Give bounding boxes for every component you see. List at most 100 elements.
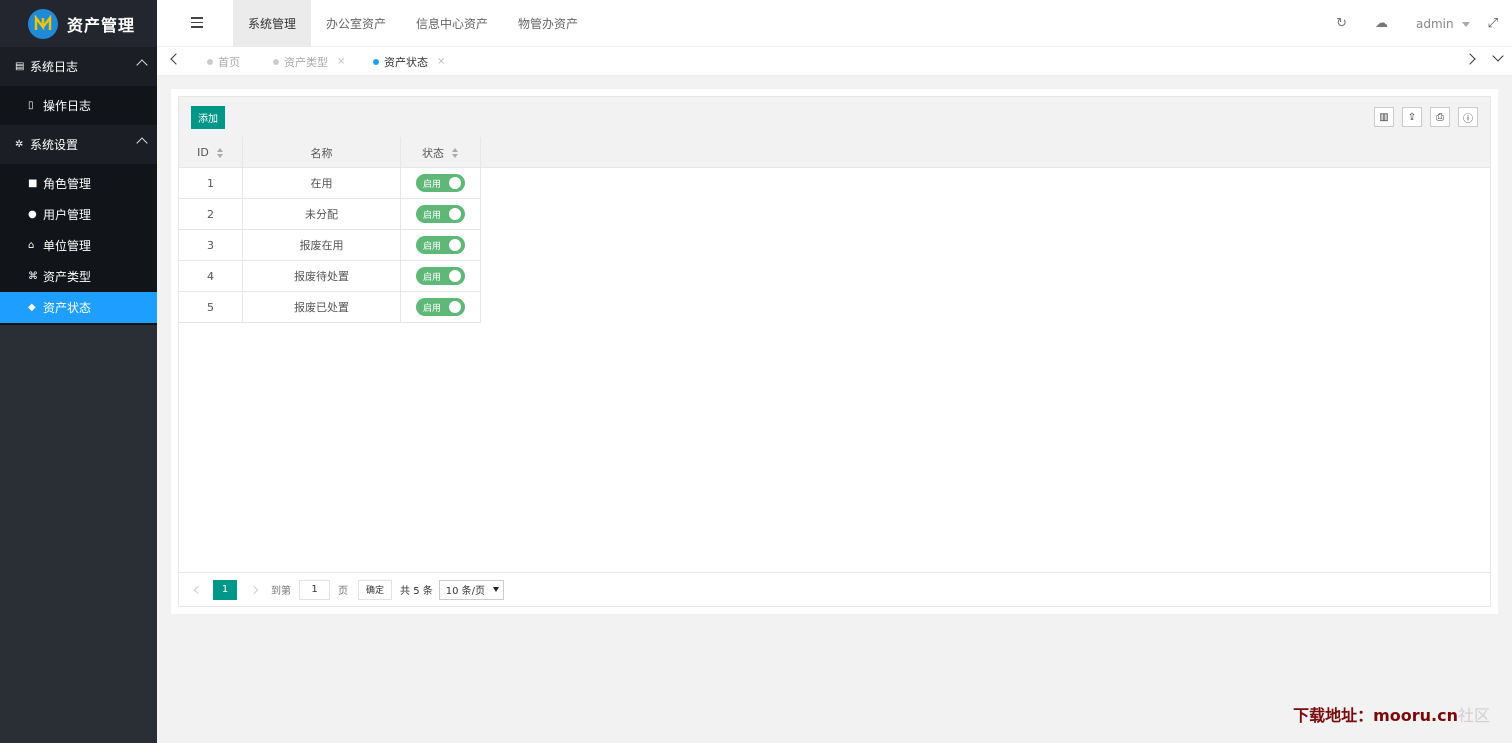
page-tab-asset-status[interactable]: 资产状态 × — [373, 47, 445, 76]
column-header-name: 名称 — [243, 137, 401, 168]
page-tab-label: 资产状态 — [384, 55, 428, 69]
info-icon[interactable]: ⓘ — [1458, 107, 1478, 127]
sidebar-item-label: 角色管理 — [43, 177, 92, 191]
tab-info-center-assets[interactable]: 信息中心资产 — [401, 0, 503, 47]
refresh-icon[interactable]: ↻ — [1336, 16, 1347, 31]
sitemap-icon: ⌘ — [28, 271, 38, 282]
switch-label: 启用 — [423, 241, 442, 252]
data-table: ID 名称 状态 1 在用 启用 2 未分配 启用 3 报废在用 启用 4 报废… — [178, 137, 1491, 573]
bank-icon: ⌂ — [28, 240, 35, 251]
table-row: 1 在用 启用 — [179, 168, 481, 199]
sidebar-item-label: 操作日志 — [43, 99, 92, 113]
switch-knob — [449, 270, 461, 282]
cell-id: 5 — [179, 292, 243, 322]
switch-knob — [449, 177, 461, 189]
cell-name: 未分配 — [243, 199, 401, 229]
cell-id: 4 — [179, 261, 243, 291]
prev-page-icon[interactable] — [193, 585, 203, 594]
table-row: 2 未分配 启用 — [179, 199, 481, 230]
status-switch[interactable]: 启用 — [416, 298, 465, 316]
sidebar: 资产管理 ▤ 系统日志 ▯ 操作日志 ✲ 系统设置 ■ 角色管理 ● 用户管理 … — [0, 0, 157, 743]
sidebar-group-system-log[interactable]: ▤ 系统日志 — [0, 47, 157, 86]
page-current[interactable]: 1 — [213, 579, 237, 600]
tab-system-management[interactable]: 系统管理 — [233, 0, 312, 47]
column-label: 状态 — [422, 146, 444, 160]
close-icon[interactable]: × — [337, 56, 345, 67]
cell-status: 启用 — [401, 292, 481, 322]
tab-property-office-assets[interactable]: 物管办资产 — [503, 0, 593, 47]
status-switch[interactable]: 启用 — [416, 174, 465, 192]
sidebar-group-system-settings[interactable]: ✲ 系统设置 — [0, 125, 157, 164]
table-row: 5 报废已处置 启用 — [179, 292, 481, 323]
goto-label: 到第 — [271, 586, 291, 597]
menu-toggle-icon[interactable] — [191, 17, 203, 29]
watermark-faint-text: 社区 — [1457, 706, 1490, 725]
confirm-button[interactable]: 确定 — [358, 579, 393, 600]
cube-icon: ◆ — [28, 302, 36, 313]
print-icon[interactable]: ⎙ — [1430, 107, 1450, 127]
tab-dot-icon — [273, 58, 279, 65]
sidebar-item-label: 单位管理 — [43, 239, 92, 253]
fullscreen-icon[interactable]: ⤢ — [1488, 16, 1498, 31]
sidebar-item-label: 资产类型 — [43, 270, 92, 284]
cell-status: 启用 — [401, 168, 481, 198]
chevron-up-icon — [136, 59, 148, 71]
sidebar-item-role-management[interactable]: ■ 角色管理 — [0, 168, 157, 199]
tab-dot-icon — [207, 58, 213, 65]
total-count: 共 5 条 — [400, 586, 433, 597]
close-icon[interactable]: × — [437, 56, 445, 67]
tabs-menu-chevron-down-icon[interactable] — [1492, 50, 1504, 62]
export-icon[interactable]: ⇪ — [1402, 107, 1422, 127]
next-page-icon[interactable] — [249, 585, 259, 594]
sidebar-item-label: 用户管理 — [43, 208, 92, 222]
sort-icon[interactable] — [452, 147, 459, 158]
column-header-id[interactable]: ID — [179, 137, 243, 168]
status-switch[interactable]: 启用 — [416, 267, 465, 285]
page-tab-label: 首页 — [218, 55, 240, 69]
sidebar-item-operation-log[interactable]: ▯ 操作日志 — [0, 86, 157, 125]
add-button[interactable]: 添加 — [191, 106, 225, 129]
switch-label: 启用 — [423, 303, 442, 314]
sidebar-item-label: 资产状态 — [43, 301, 92, 315]
file-text-icon: ▯ — [28, 100, 34, 111]
file-icon: ▤ — [15, 61, 25, 72]
tab-office-assets[interactable]: 办公室资产 — [311, 0, 401, 47]
columns-filter-icon[interactable]: ▥ — [1374, 107, 1394, 127]
page-tab-asset-type[interactable]: 资产类型 × — [273, 47, 345, 76]
cell-name: 在用 — [243, 168, 401, 198]
page-size-select[interactable]: 10 条/页 — [438, 579, 505, 600]
user-menu[interactable]: admin — [1416, 17, 1454, 31]
status-switch[interactable]: 启用 — [416, 205, 465, 223]
cell-status: 启用 — [401, 261, 481, 291]
tabs-scroll-left-icon[interactable] — [170, 53, 182, 65]
chevron-down-icon — [493, 587, 500, 592]
column-header-status[interactable]: 状态 — [401, 137, 481, 168]
logo[interactable]: 资产管理 — [0, 0, 157, 47]
cell-name: 报废待处置 — [243, 261, 401, 291]
sidebar-item-unit-management[interactable]: ⌂ 单位管理 — [0, 230, 157, 261]
page-tabs-bar: 首页 资产类型 × 资产状态 × — [157, 47, 1512, 76]
watermark-text: 下载地址：mooru.cn — [1293, 706, 1458, 725]
sort-icon[interactable] — [216, 147, 224, 158]
column-label: 名称 — [310, 146, 333, 160]
switch-knob — [449, 208, 461, 220]
cell-id: 2 — [179, 199, 243, 229]
theme-icon[interactable]: ☁ — [1375, 16, 1388, 31]
table-row: 4 报废待处置 启用 — [179, 261, 481, 292]
tabs-scroll-right-icon[interactable] — [1464, 53, 1476, 65]
goto-page-input[interactable]: 1 — [299, 579, 330, 600]
status-switch[interactable]: 启用 — [416, 236, 465, 254]
cell-status: 启用 — [401, 199, 481, 229]
app-title: 资产管理 — [67, 15, 136, 35]
page-tab-home[interactable]: 首页 — [207, 47, 240, 76]
switch-label: 启用 — [423, 179, 442, 190]
cell-name: 报废在用 — [243, 230, 401, 260]
switch-label: 启用 — [423, 210, 442, 221]
sidebar-item-asset-type[interactable]: ⌘ 资产类型 — [0, 261, 157, 292]
sidebar-item-user-management[interactable]: ● 用户管理 — [0, 199, 157, 230]
sidebar-group-label: 系统日志 — [30, 60, 79, 74]
sidebar-item-asset-status[interactable]: ◆ 资产状态 — [0, 292, 157, 323]
caret-down-icon[interactable] — [1461, 22, 1470, 27]
tab-dot-icon — [373, 58, 379, 65]
sidebar-submenu: ■ 角色管理 ● 用户管理 ⌂ 单位管理 ⌘ 资产类型 ◆ 资产状态 — [0, 164, 157, 325]
